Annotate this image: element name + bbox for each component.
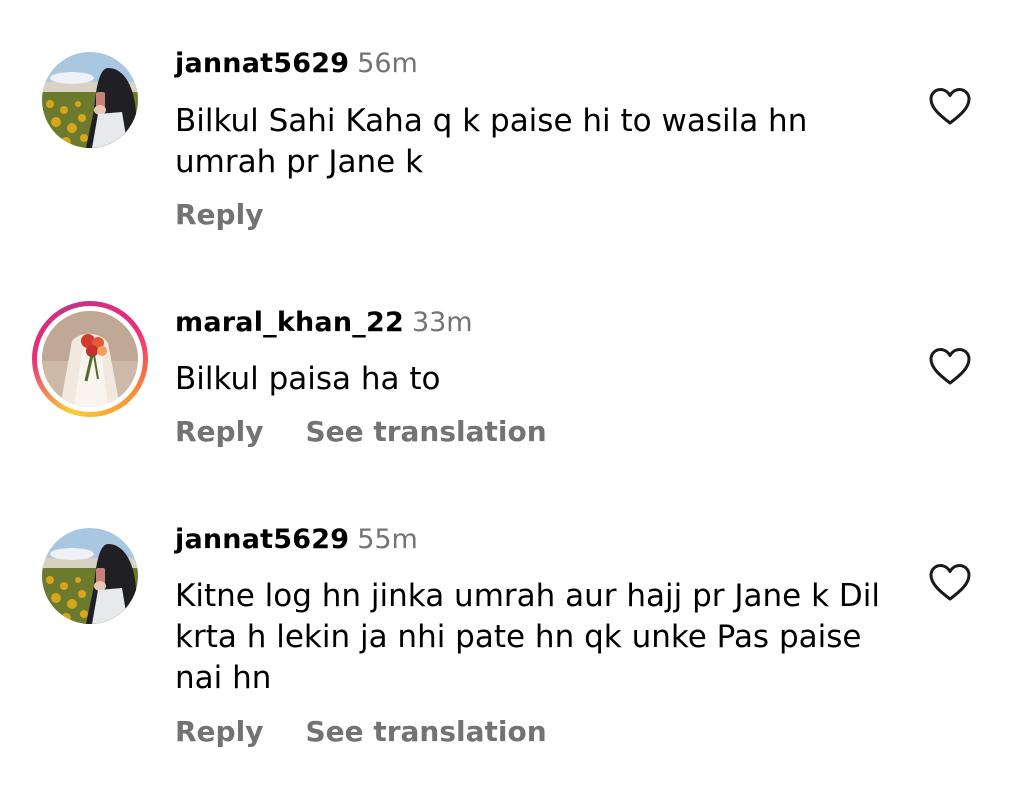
username[interactable]: jannat5629	[175, 48, 349, 79]
heart-icon[interactable]	[928, 86, 972, 126]
comment-meta: maral_khan_22 33m	[175, 305, 473, 341]
comment-meta: jannat5629 55m	[175, 522, 418, 558]
timestamp: 56m	[357, 48, 418, 79]
story-ring[interactable]	[32, 301, 148, 417]
comment-actions: Reply See translation	[175, 714, 589, 750]
see-translation-button[interactable]: See translation	[305, 714, 546, 750]
timestamp: 33m	[411, 307, 473, 338]
reply-button[interactable]: Reply	[175, 414, 263, 450]
username[interactable]: jannat5629	[175, 524, 349, 555]
comment-text: Kitne log hn jinka umrah aur hajj pr Jan…	[175, 578, 881, 696]
see-translation-button[interactable]: See translation	[305, 414, 546, 450]
sunflower-field-avatar-icon	[42, 52, 138, 148]
comment-text: Bilkul paisa ha to	[175, 361, 441, 397]
comment-item: jannat5629 56m Bilkul Sahi Kaha q k paise…	[0, 0, 1024, 260]
heart-icon[interactable]	[928, 562, 972, 602]
reply-button[interactable]: Reply	[175, 714, 263, 750]
username[interactable]: maral_khan_22	[175, 307, 404, 338]
timestamp: 55m	[357, 524, 418, 555]
comment-text: Bilkul Sahi Kaha q k paise hi to wasila …	[175, 103, 808, 180]
avatar[interactable]	[42, 52, 138, 148]
comment-meta: jannat5629 56m	[175, 46, 418, 82]
comment-actions: Reply See translation	[175, 414, 589, 450]
avatar[interactable]	[42, 311, 138, 407]
heart-icon[interactable]	[928, 346, 972, 386]
avatar[interactable]	[42, 528, 138, 624]
comment-item: jannat5629 55m Kitne log hn jinka umrah a…	[0, 480, 1024, 798]
reply-button[interactable]: Reply	[175, 197, 263, 233]
comment-item: maral_khan_22 33m Bilkul paisa ha to Repl…	[0, 260, 1024, 480]
comment-actions: Reply	[175, 197, 305, 233]
bride-with-flowers-avatar-icon	[42, 311, 138, 407]
sunflower-field-avatar-icon	[42, 528, 138, 624]
